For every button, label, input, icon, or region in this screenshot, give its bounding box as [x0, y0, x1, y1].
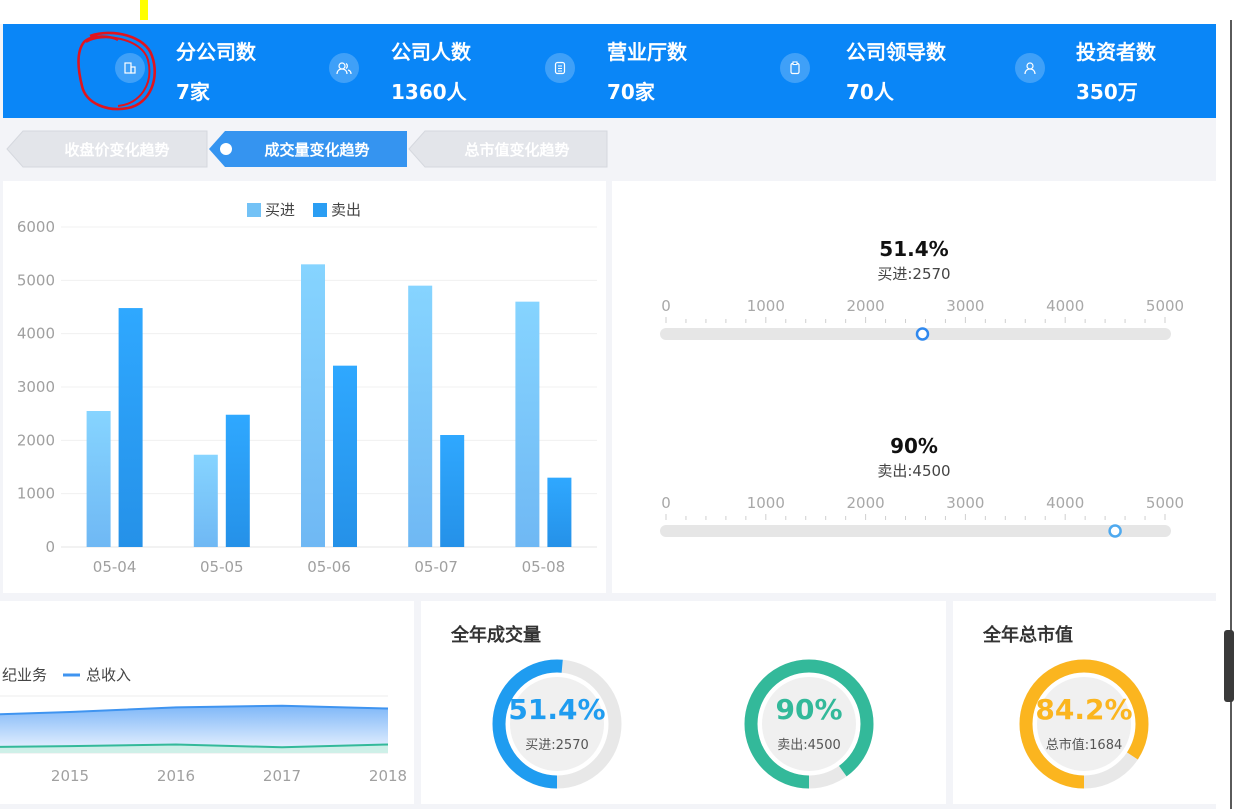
gauge-percent: 90%: [890, 434, 938, 458]
sell-bar: [547, 477, 572, 547]
gauge-tick-label: 0: [661, 494, 671, 512]
x-tick-label: 2018: [369, 767, 407, 785]
gauge-tick-label: 1000: [747, 494, 785, 512]
stat-label: 公司领导数: [846, 40, 946, 64]
sell-ring-percent: 90%: [775, 693, 843, 726]
stat-value: 1360人: [391, 80, 467, 104]
market-ring-percent: 84.2%: [1035, 693, 1133, 726]
buy-bar: [515, 301, 540, 547]
stat-value: 7家: [176, 80, 210, 104]
sell-bar: [440, 435, 465, 547]
y-tick-label: 6000: [17, 218, 55, 236]
revenue-area-chart-panel: 纪业务 总收入 2015 2016 2017 2018: [0, 601, 414, 804]
gauge-tick-label: 2000: [847, 494, 885, 512]
scrollbar-thumb[interactable]: [1224, 630, 1234, 702]
volume-bar-chart-panel: 0 1000 2000 3000 4000 5000 6000 05-04 05-05 05-06…: [3, 181, 606, 593]
y-tick-label: 5000: [17, 271, 55, 289]
gauge-tick-label: 5000: [1146, 297, 1184, 315]
legend-label-revenue: 总收入: [86, 666, 131, 684]
x-tick-label: 2015: [51, 767, 89, 785]
y-tick-label: 3000: [17, 378, 55, 396]
year-volume-panel: 全年成交量 51.4% 买进:2570 90% 卖出:4500: [421, 601, 946, 804]
gauge-tick-label: 1000: [747, 297, 785, 315]
tab-market-value-trend[interactable]: 总市值变化趋势: [425, 130, 609, 168]
gauge-handle: [915, 327, 930, 341]
users-icon: [329, 53, 359, 83]
buy-ring-label: 买进:2570: [525, 738, 589, 753]
y-tick-label: 0: [45, 538, 55, 556]
gauge-tick-label: 0: [661, 297, 671, 315]
buy-ring-percent: 51.4%: [508, 693, 606, 726]
sell-bar: [225, 414, 250, 547]
year-market-value-panel: 全年总市值 84.2% 总市值:1684: [953, 601, 1216, 804]
gauge-tick-label: 3000: [946, 297, 984, 315]
trend-tabs: 收盘价变化趋势 成交量变化趋势 总市值变化趋势: [3, 130, 623, 168]
x-tick-label: 05-05: [200, 558, 244, 576]
tab-volume-trend[interactable]: 成交量变化趋势: [225, 130, 409, 168]
x-tick-label: 05-06: [307, 558, 351, 576]
stat-label: 公司人数: [391, 40, 471, 64]
legend-swatch-sell: [313, 203, 327, 217]
highlight-marker: [140, 0, 148, 20]
buy-bar: [301, 264, 325, 547]
stat-value: 350万: [1076, 80, 1138, 104]
investor-icon: [1015, 53, 1045, 83]
legend-label-brokerage: 纪业务: [2, 666, 47, 684]
year-volume-title: 全年成交量: [451, 625, 541, 646]
x-tick-label: 05-08: [522, 558, 566, 576]
buy-bar: [193, 454, 218, 547]
gauge-tick-label: 3000: [946, 494, 984, 512]
legend-label-buy: 买进: [265, 201, 295, 219]
gauge-label: 买进:2570: [877, 265, 950, 283]
volume-bar-chart: 0 1000 2000 3000 4000 5000 6000 05-04 05-05 05-06…: [17, 201, 597, 576]
stat-label: 投资者数: [1076, 40, 1156, 64]
top-strip: [0, 0, 1236, 24]
clipboard-icon: [780, 53, 810, 83]
stat-value: 70人: [846, 80, 894, 104]
volume-gauges: 51.4% 买进:2570 0 1000 2000 3000 4000 5000 90% 卖出:4…: [660, 237, 1184, 538]
y-tick-label: 1000: [17, 485, 55, 503]
x-tick-label: 2016: [157, 767, 195, 785]
y-tick-label: 4000: [17, 325, 55, 343]
sell-bar: [118, 308, 143, 547]
x-tick-label: 2017: [263, 767, 301, 785]
gauge-tick-label: 4000: [1046, 494, 1084, 512]
y-tick-label: 2000: [17, 431, 55, 449]
sell-bar: [333, 365, 357, 547]
building-icon: [115, 53, 145, 83]
gauge-percent: 51.4%: [879, 237, 948, 261]
gauge-tick-label: 4000: [1046, 297, 1084, 315]
gauge-handle: [1108, 524, 1122, 538]
legend-swatch-buy: [247, 203, 261, 217]
stats-header: 分公司数 7家 公司人数 1360人 营业厅数 70家 公司领导数 70人 投资…: [3, 24, 1216, 118]
x-tick-label: 05-07: [414, 558, 458, 576]
gauge-label: 卖出:4500: [877, 462, 950, 480]
market-ring-label: 总市值:1684: [1045, 738, 1123, 753]
x-tick-label: 05-04: [93, 558, 137, 576]
gauge-tick-label: 2000: [847, 297, 885, 315]
buy-bar: [86, 411, 111, 547]
stat-label: 营业厅数: [607, 40, 687, 64]
document-icon: [545, 53, 575, 83]
volume-gauge-panel: 51.4% 买进:2570 0 1000 2000 3000 4000 5000 90% 卖出:4…: [612, 181, 1216, 593]
stat-label: 分公司数: [176, 40, 256, 64]
year-market-title: 全年总市值: [983, 625, 1073, 646]
gauge-tick-label: 5000: [1146, 494, 1184, 512]
revenue-area-chart: 纪业务 总收入 2015 2016 2017 2018: [0, 666, 407, 785]
buy-bar: [408, 285, 433, 547]
legend-label-sell: 卖出: [331, 201, 361, 219]
tab-close-price-trend[interactable]: 收盘价变化趋势: [25, 130, 209, 168]
sell-ring-label: 卖出:4500: [777, 738, 841, 753]
stat-value: 70家: [607, 80, 655, 104]
